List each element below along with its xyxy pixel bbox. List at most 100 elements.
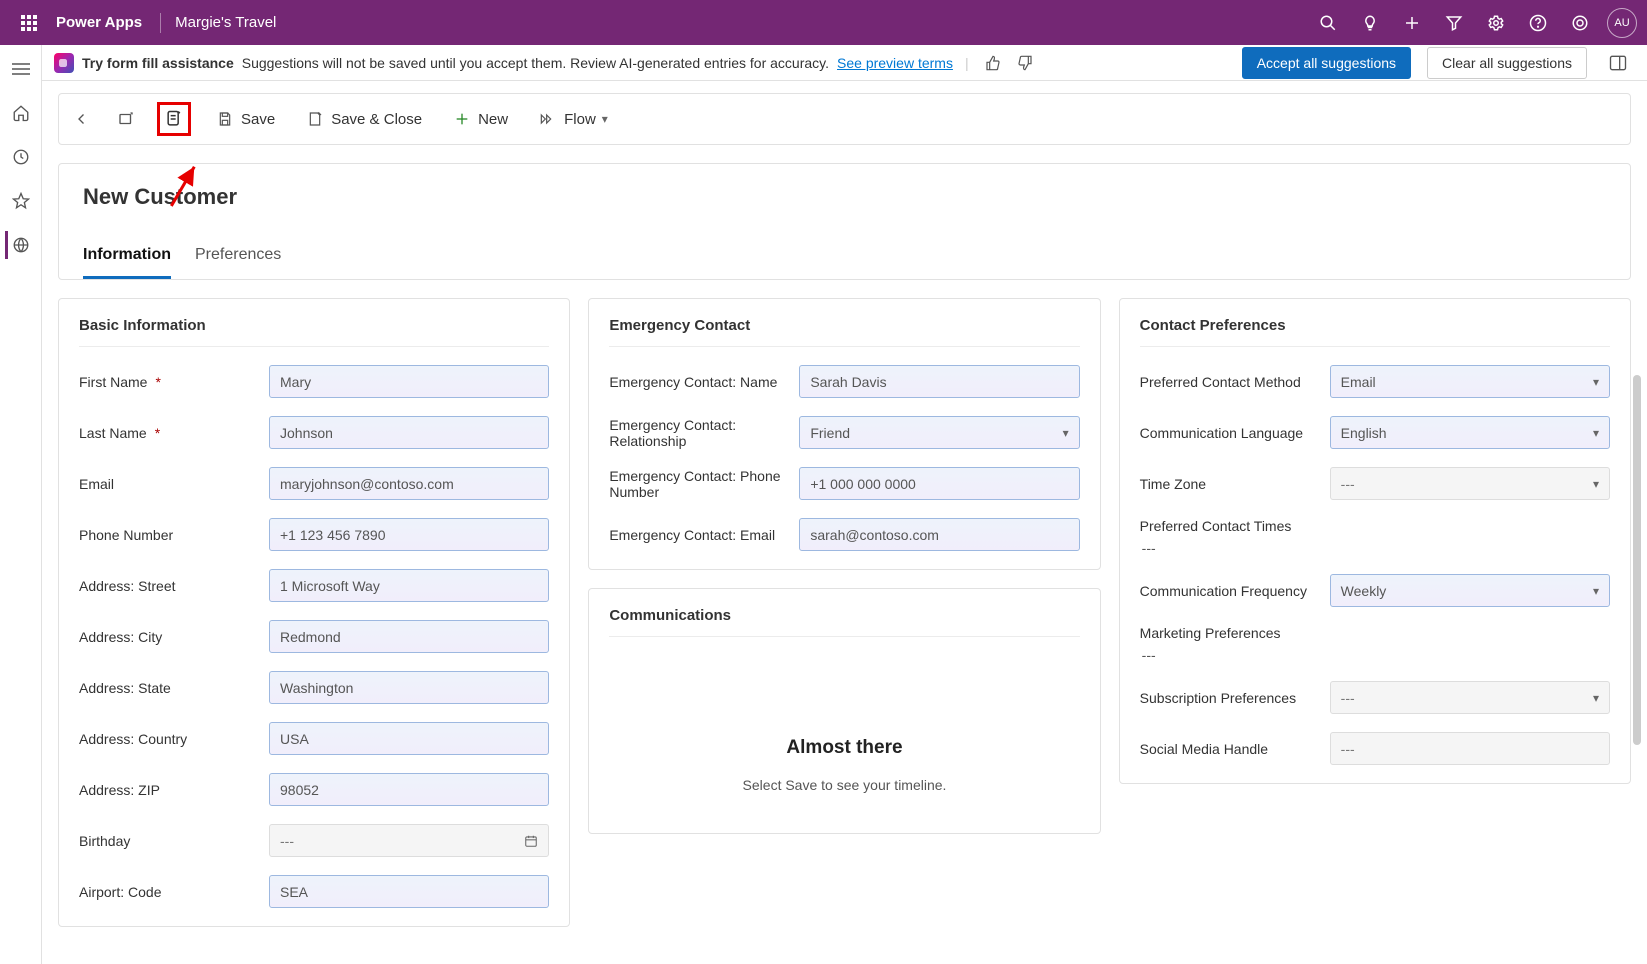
- page-title: New Customer: [83, 184, 1606, 210]
- home-icon[interactable]: [5, 99, 37, 127]
- first-name-input[interactable]: Mary: [269, 365, 549, 398]
- plus-icon[interactable]: [1391, 2, 1433, 44]
- user-avatar[interactable]: AU: [1607, 8, 1637, 38]
- back-button[interactable]: [69, 106, 95, 132]
- global-header: Power Apps Margie's Travel AU: [0, 0, 1647, 45]
- clear-all-suggestions-button[interactable]: Clear all suggestions: [1427, 47, 1587, 79]
- command-bar: Save Save & Close New: [58, 93, 1631, 145]
- pinned-icon[interactable]: [5, 187, 37, 215]
- see-preview-terms-link[interactable]: See preview terms: [837, 55, 953, 71]
- email-input[interactable]: maryjohnson@contoso.com: [269, 467, 549, 500]
- tab-preferences[interactable]: Preferences: [195, 238, 281, 279]
- tz-select[interactable]: ---▾: [1330, 467, 1610, 500]
- hamburger-icon[interactable]: [5, 55, 37, 83]
- chevron-down-icon: ▾: [602, 112, 608, 126]
- flow-label: Flow: [564, 111, 596, 128]
- email-label: Email: [79, 476, 269, 492]
- communications-section: Communications Almost there Select Save …: [588, 588, 1100, 834]
- flow-button[interactable]: Flow ▾: [532, 105, 614, 133]
- search-icon[interactable]: [1307, 2, 1349, 44]
- app-launcher-icon[interactable]: [10, 4, 48, 42]
- lang-label: Communication Language: [1140, 425, 1330, 441]
- country-input[interactable]: USA: [269, 722, 549, 755]
- social-input[interactable]: ---: [1330, 732, 1610, 765]
- times-label: Preferred Contact Times: [1140, 518, 1292, 534]
- environment-name: Margie's Travel: [175, 14, 276, 31]
- record-header: New Customer Information Preferences: [58, 163, 1631, 280]
- settings-icon[interactable]: [1475, 2, 1517, 44]
- app-title: Power Apps: [56, 14, 142, 31]
- thumbs-up-icon[interactable]: [981, 51, 1005, 75]
- times-value: ---: [1140, 540, 1156, 556]
- lightbulb-icon[interactable]: [1349, 2, 1391, 44]
- ec-rel-select[interactable]: Friend ▾: [799, 416, 1079, 449]
- help-icon[interactable]: [1517, 2, 1559, 44]
- sub-select[interactable]: ---▾: [1330, 681, 1610, 714]
- emergency-contact-section: Emergency Contact Emergency Contact: Nam…: [588, 298, 1100, 570]
- new-button[interactable]: New: [446, 105, 514, 133]
- save-button-label: Save: [241, 111, 275, 128]
- city-input[interactable]: Redmond: [269, 620, 549, 653]
- tab-information[interactable]: Information: [83, 238, 171, 279]
- freq-select[interactable]: Weekly▾: [1330, 574, 1610, 607]
- phone-input[interactable]: +1 123 456 7890: [269, 518, 549, 551]
- method-select[interactable]: Email▾: [1330, 365, 1610, 398]
- birthday-input[interactable]: ---: [269, 824, 549, 857]
- chevron-down-icon: ▾: [1593, 426, 1599, 440]
- social-label: Social Media Handle: [1140, 741, 1330, 757]
- ec-name-input[interactable]: Sarah Davis: [799, 365, 1079, 398]
- plus-icon: [452, 109, 472, 129]
- save-button[interactable]: Save: [209, 105, 281, 133]
- state-label: Address: State: [79, 680, 269, 696]
- entity-icon[interactable]: [5, 231, 37, 259]
- accept-all-suggestions-button[interactable]: Accept all suggestions: [1242, 47, 1411, 79]
- zip-input[interactable]: 98052: [269, 773, 549, 806]
- scrollbar[interactable]: [1633, 375, 1641, 745]
- lang-select[interactable]: English▾: [1330, 416, 1610, 449]
- street-input[interactable]: 1 Microsoft Way: [269, 569, 549, 602]
- left-nav-rail: [0, 45, 42, 964]
- last-name-input[interactable]: Johnson: [269, 416, 549, 449]
- divider: [160, 13, 161, 33]
- ec-name-label: Emergency Contact: Name: [609, 374, 799, 390]
- first-name-label: First Name: [79, 374, 269, 390]
- section-title: Communications: [609, 607, 1079, 637]
- ec-phone-label: Emergency Contact: Phone Number: [609, 468, 799, 500]
- thumbs-down-icon[interactable]: [1013, 51, 1037, 75]
- section-title: Emergency Contact: [609, 317, 1079, 347]
- save-and-close-button[interactable]: Save & Close: [299, 105, 428, 133]
- ec-rel-label: Emergency Contact: Relationship: [609, 417, 799, 449]
- ec-email-input[interactable]: sarah@contoso.com: [799, 518, 1079, 551]
- copilot-panel-icon[interactable]: [1601, 53, 1635, 73]
- mkt-value: ---: [1140, 647, 1156, 663]
- zip-label: Address: ZIP: [79, 782, 269, 798]
- section-title: Contact Preferences: [1140, 317, 1610, 347]
- street-label: Address: Street: [79, 578, 269, 594]
- new-label: New: [478, 111, 508, 128]
- last-name-label: Last Name: [79, 425, 269, 441]
- state-input[interactable]: Washington: [269, 671, 549, 704]
- sub-label: Subscription Preferences: [1140, 690, 1330, 706]
- ec-email-label: Emergency Contact: Email: [609, 527, 799, 543]
- basic-information-section: Basic Information First Name Mary Last N…: [58, 298, 570, 927]
- airport-input[interactable]: SEA: [269, 875, 549, 908]
- timeline-sub: Select Save to see your timeline.: [609, 777, 1079, 793]
- save-close-label: Save & Close: [331, 111, 422, 128]
- assistant-icon[interactable]: [1559, 2, 1601, 44]
- suggestion-title: Try form fill assistance: [82, 55, 234, 71]
- section-title: Basic Information: [79, 317, 549, 347]
- timeline-heading: Almost there: [609, 737, 1079, 759]
- chevron-down-icon: ▾: [1593, 584, 1599, 598]
- chevron-down-icon: ▾: [1593, 691, 1599, 705]
- save-icon: [215, 109, 235, 129]
- recent-icon[interactable]: [5, 143, 37, 171]
- form-tabs: Information Preferences: [83, 238, 1606, 279]
- birthday-label: Birthday: [79, 833, 269, 849]
- open-in-new-window-button[interactable]: [113, 106, 139, 132]
- calendar-icon[interactable]: [524, 834, 538, 848]
- form-fill-toolbar-button[interactable]: [157, 102, 191, 136]
- filter-icon[interactable]: [1433, 2, 1475, 44]
- flow-icon: [538, 109, 558, 129]
- copilot-icon: [54, 53, 74, 73]
- ec-phone-input[interactable]: +1 000 000 0000: [799, 467, 1079, 500]
